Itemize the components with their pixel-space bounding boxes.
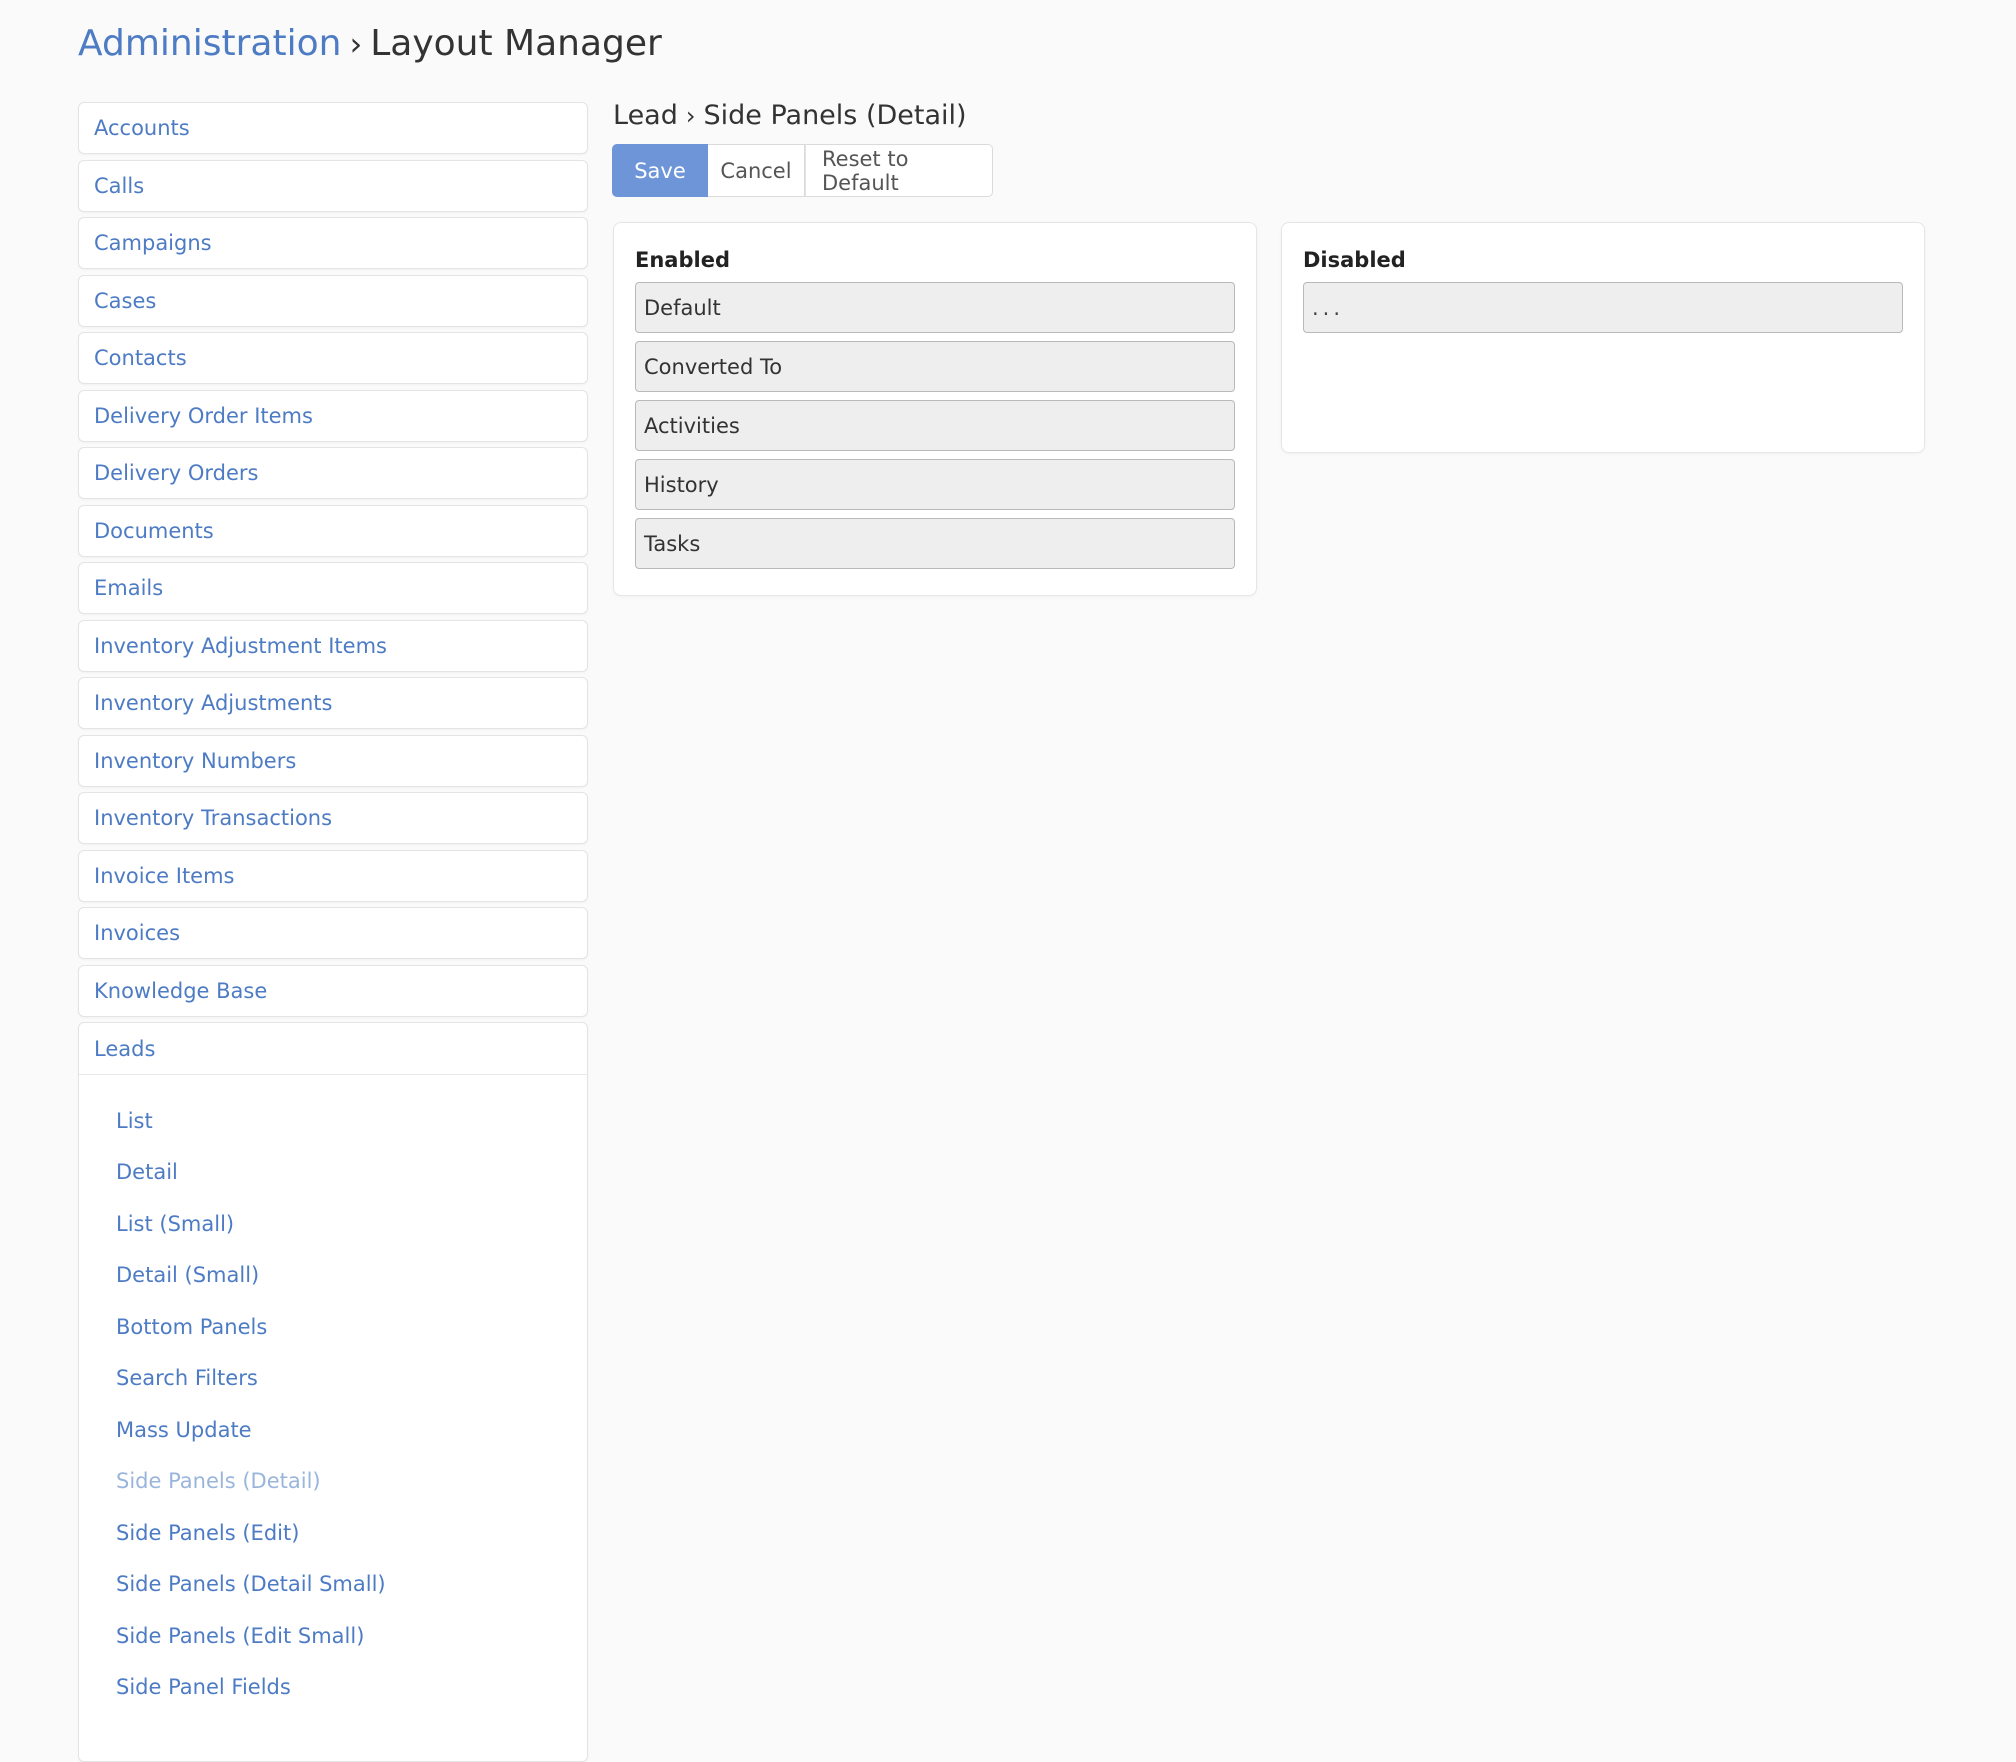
enabled-item-converted-to[interactable]: Converted To (635, 341, 1235, 392)
sidebar-subitem-detail-small[interactable]: Detail (Small) (79, 1250, 587, 1302)
cancel-button[interactable]: Cancel (708, 144, 805, 197)
sidebar-subitem-side-panels-detail[interactable]: Side Panels (Detail) (79, 1456, 587, 1508)
enabled-item-activities[interactable]: Activities (635, 400, 1235, 451)
sidebar-group-leads: Leads List Detail List (Small) Detail (S… (78, 1022, 588, 1762)
breadcrumb-administration-link[interactable]: Administration (78, 23, 341, 64)
sidebar-item-emails[interactable]: Emails (78, 562, 588, 614)
sidebar-subitem-list-small[interactable]: List (Small) (79, 1198, 587, 1250)
sidebar-subitem-side-panels-detail-small[interactable]: Side Panels (Detail Small) (79, 1559, 587, 1611)
disabled-item-placeholder[interactable]: ... (1303, 282, 1903, 333)
layout-name: Side Panels (Detail) (703, 100, 967, 131)
sidebar-item-invoice-items[interactable]: Invoice Items (78, 849, 588, 902)
sidebar-subitem-list[interactable]: List (79, 1095, 587, 1147)
sidebar-scope-list: Accounts Calls Campaigns Cases Contacts … (78, 102, 588, 1762)
breadcrumb-separator: › (349, 25, 363, 63)
entity-name: Lead (613, 100, 678, 131)
sidebar-group-header-leads[interactable]: Leads (79, 1023, 587, 1075)
disabled-panel-title: Disabled (1303, 248, 1406, 272)
sidebar-subitem-side-panels-edit[interactable]: Side Panels (Edit) (79, 1507, 587, 1559)
sidebar-subitem-mass-update[interactable]: Mass Update (79, 1404, 587, 1456)
sidebar-subitem-bottom-panels[interactable]: Bottom Panels (79, 1301, 587, 1353)
action-button-group: Save Cancel Reset to Default (612, 144, 993, 197)
breadcrumb: Administration › Layout Manager (78, 22, 662, 66)
layout-title: Lead › Side Panels (Detail) (613, 96, 967, 136)
sidebar-subitem-side-panels-edit-small[interactable]: Side Panels (Edit Small) (79, 1610, 587, 1662)
enabled-panel-title: Enabled (635, 248, 730, 272)
sidebar-item-inventory-transactions[interactable]: Inventory Transactions (78, 792, 588, 844)
layout-title-separator: › (685, 102, 696, 130)
enabled-item-tasks[interactable]: Tasks (635, 518, 1235, 569)
enabled-item-default[interactable]: Default (635, 282, 1235, 333)
sidebar-sublist-leads: List Detail List (Small) Detail (Small) … (79, 1075, 587, 1713)
disabled-panel: Disabled ... (1281, 222, 1925, 453)
sidebar-item-inventory-adjustments[interactable]: Inventory Adjustments (78, 677, 588, 729)
reset-to-default-button[interactable]: Reset to Default (805, 144, 993, 197)
sidebar-item-inventory-numbers[interactable]: Inventory Numbers (78, 734, 588, 787)
sidebar-subitem-side-panel-fields[interactable]: Side Panel Fields (79, 1662, 587, 1714)
sidebar-subitem-search-filters[interactable]: Search Filters (79, 1353, 587, 1405)
sidebar-item-cases[interactable]: Cases (78, 274, 588, 327)
enabled-item-history[interactable]: History (635, 459, 1235, 510)
page-title: Layout Manager (370, 23, 662, 64)
sidebar-item-delivery-order-items[interactable]: Delivery Order Items (78, 389, 588, 442)
sidebar-item-knowledge-base[interactable]: Knowledge Base (78, 964, 588, 1017)
sidebar-item-campaigns[interactable]: Campaigns (78, 217, 588, 269)
sidebar-item-delivery-orders[interactable]: Delivery Orders (78, 447, 588, 499)
sidebar-item-invoices[interactable]: Invoices (78, 907, 588, 959)
sidebar-subitem-detail[interactable]: Detail (79, 1147, 587, 1199)
sidebar-item-accounts[interactable]: Accounts (78, 102, 588, 154)
enabled-panel: Enabled Default Converted To Activities … (613, 222, 1257, 596)
sidebar-item-contacts[interactable]: Contacts (78, 332, 588, 384)
sidebar-item-inventory-adjustment-items[interactable]: Inventory Adjustment Items (78, 619, 588, 672)
sidebar-item-calls[interactable]: Calls (78, 159, 588, 212)
save-button[interactable]: Save (612, 144, 708, 197)
sidebar-item-documents[interactable]: Documents (78, 504, 588, 557)
